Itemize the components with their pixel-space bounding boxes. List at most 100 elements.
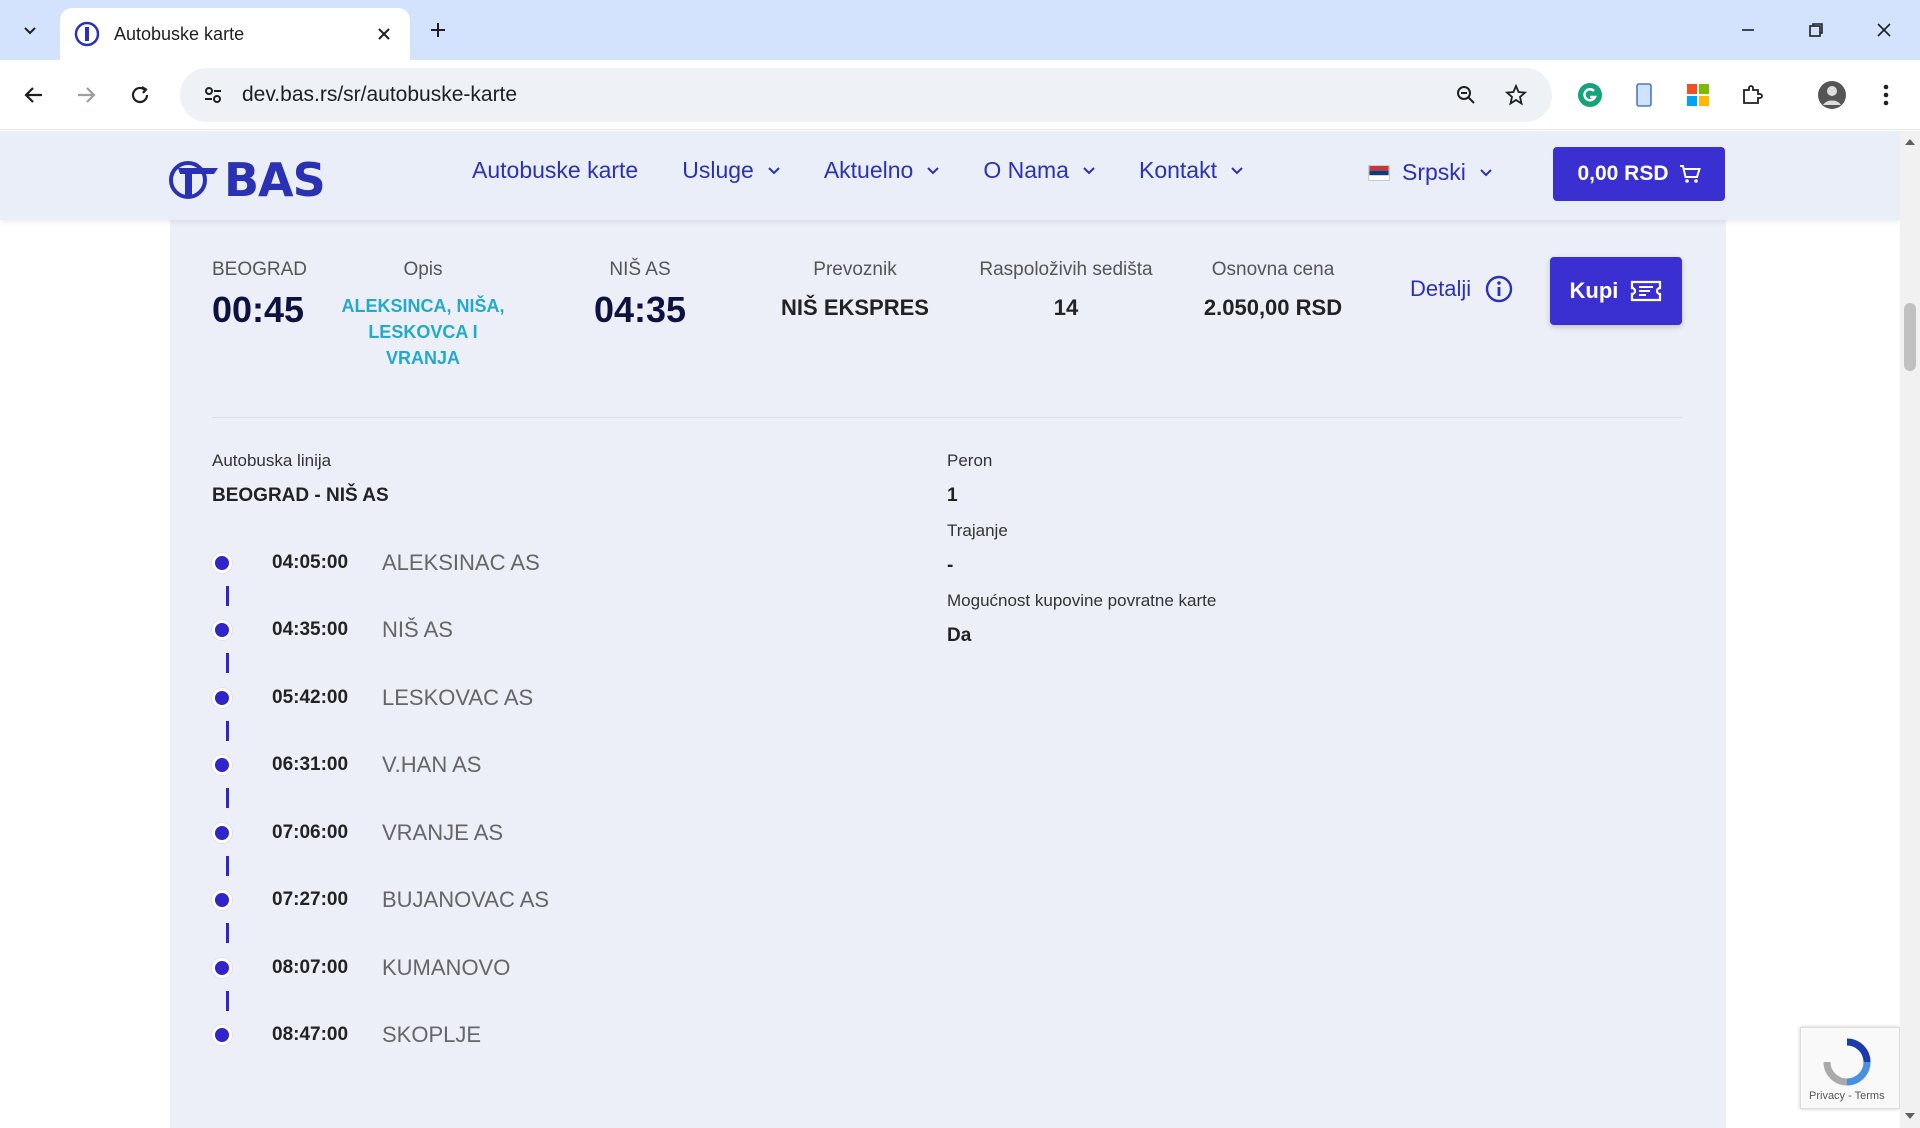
menu-item-kontakt[interactable]: Kontakt xyxy=(1139,157,1243,184)
timeline-connector xyxy=(226,856,229,876)
description-label: Opis xyxy=(403,259,443,280)
menu-item-autobuske-karte[interactable]: Autobuske karte xyxy=(472,157,638,184)
recaptcha-badge[interactable]: Privacy - Terms xyxy=(1800,1027,1900,1109)
language-label: Srpski xyxy=(1402,159,1466,185)
minimize-icon xyxy=(1742,29,1754,31)
address-bar[interactable]: dev.bas.rs/sr/autobuske-karte xyxy=(180,68,1552,122)
scroll-down-arrow-icon[interactable] xyxy=(1905,1113,1915,1119)
chevron-down-icon xyxy=(927,166,940,174)
new-tab-button[interactable] xyxy=(422,14,454,46)
description-column: Opis ALEKSINCA, NIŠA, LESKOVCA I VRANJA xyxy=(335,259,511,371)
timeline-connector xyxy=(226,653,229,673)
line-value: BEOGRAD - NIŠ AS xyxy=(212,485,389,506)
browser-toolbar: dev.bas.rs/sr/autobuske-karte xyxy=(0,60,1920,130)
chevron-down-icon xyxy=(1231,166,1243,174)
cart-total: 0,00 RSD xyxy=(1577,162,1669,185)
close-icon xyxy=(1877,23,1891,37)
tab-title: Autobuske karte xyxy=(114,23,245,44)
details-label: Detalji xyxy=(1410,276,1472,301)
chevron-down-icon xyxy=(768,166,780,174)
browser-menu-button[interactable] xyxy=(1868,77,1904,113)
stop-item: 07:06:00 VRANJE AS xyxy=(212,820,503,846)
site-header: BAS Autobuske karte Usluge Aktuelno O Na… xyxy=(0,131,1900,220)
stop-dot-icon xyxy=(212,755,232,775)
restore-button[interactable] xyxy=(1792,10,1840,50)
stop-time: 08:07:00 xyxy=(272,957,349,978)
avatar-icon xyxy=(1818,81,1846,109)
seats-label: Raspoloživih sedišta xyxy=(979,259,1153,280)
site-info-button[interactable] xyxy=(198,80,228,110)
star-icon xyxy=(1505,84,1527,106)
timeline-connector xyxy=(226,721,229,741)
site-logo[interactable]: BAS xyxy=(168,153,326,207)
duration-label: Trajanje xyxy=(947,521,1008,540)
tab-close-button[interactable] xyxy=(372,22,396,46)
cart-button[interactable]: 0,00 RSD xyxy=(1553,147,1725,201)
phone-extension[interactable] xyxy=(1626,77,1662,113)
recaptcha-icon xyxy=(1823,1038,1871,1086)
language-selector[interactable]: Srpski xyxy=(1368,159,1492,186)
departure-label: BEOGRAD xyxy=(212,259,308,280)
details-link[interactable]: Detalji xyxy=(1410,275,1513,303)
stop-dot-icon xyxy=(212,620,232,640)
return-ticket-label: Mogućnost kupovine povratne karte xyxy=(947,591,1217,610)
extensions-button[interactable] xyxy=(1734,77,1770,113)
url-text[interactable]: dev.bas.rs/sr/autobuske-karte xyxy=(242,83,1434,107)
stop-name: LESKOVAC AS xyxy=(382,685,534,710)
zoom-button[interactable] xyxy=(1448,77,1484,113)
page-viewport: BEOGRAD 00:45 Opis ALEKSINCA, NIŠA, LESK… xyxy=(0,131,1900,1128)
menu-item-aktuelno[interactable]: Aktuelno xyxy=(824,157,940,184)
menu-item-o-nama[interactable]: O Nama xyxy=(983,157,1095,184)
arrival-time: 04:35 xyxy=(593,289,687,330)
stop-item: 08:07:00 KUMANOVO xyxy=(212,955,510,981)
stop-name: ALEKSINAC AS xyxy=(382,550,540,575)
description-text: ALEKSINCA, NIŠA, LESKOVCA I VRANJA xyxy=(341,296,505,368)
arrival-label: NIŠ AS xyxy=(609,259,671,280)
seats-value: 14 xyxy=(1053,295,1079,320)
stop-item: 07:27:00 BUJANOVAC AS xyxy=(212,887,549,913)
ticket-icon xyxy=(1631,280,1662,302)
microsoft-extension[interactable] xyxy=(1680,77,1716,113)
recaptcha-links[interactable]: Privacy - Terms xyxy=(1809,1090,1885,1102)
stop-time: 05:42:00 xyxy=(272,687,349,708)
bookmark-button[interactable] xyxy=(1498,77,1534,113)
card-divider xyxy=(212,417,1682,418)
grammarly-extension[interactable] xyxy=(1572,77,1608,113)
departure-time: 00:45 xyxy=(212,289,305,330)
price-column: Osnovna cena 2.050,00 RSD xyxy=(1180,259,1366,321)
buy-label: Kupi xyxy=(1569,278,1619,303)
timeline-connector xyxy=(226,788,229,808)
phone-icon xyxy=(1636,83,1652,107)
menu-item-usluge[interactable]: Usluge xyxy=(682,157,780,184)
price-value: 2.050,00 RSD xyxy=(1203,295,1343,320)
stop-time: 06:31:00 xyxy=(272,754,349,775)
carrier-column: Prevoznik NIŠ EKSPRES xyxy=(760,259,950,321)
stop-item: 08:47:00 SKOPLJE xyxy=(212,1022,481,1048)
arrival-column: NIŠ AS 04:35 xyxy=(582,259,698,331)
carrier-value: NIŠ EKSPRES xyxy=(781,295,929,320)
buy-button[interactable]: Kupi xyxy=(1550,257,1682,325)
forward-button[interactable] xyxy=(66,75,106,115)
arrow-left-icon xyxy=(24,87,42,103)
profile-button[interactable] xyxy=(1814,77,1850,113)
stop-time: 04:35:00 xyxy=(272,619,349,640)
stop-dot-icon xyxy=(212,823,232,843)
return-ticket-value: Da xyxy=(947,625,972,646)
close-window-button[interactable] xyxy=(1860,10,1908,50)
timeline-connector xyxy=(226,991,229,1011)
scrollbar-thumb[interactable] xyxy=(1904,303,1916,371)
stop-dot-icon xyxy=(212,688,232,708)
stop-time: 04:05:00 xyxy=(272,552,349,573)
stop-time: 08:47:00 xyxy=(272,1024,349,1045)
reload-button[interactable] xyxy=(120,75,160,115)
stop-time: 07:27:00 xyxy=(272,889,349,910)
price-label: Osnovna cena xyxy=(1211,259,1335,280)
page-scrollbar[interactable] xyxy=(1900,131,1920,1128)
minimize-button[interactable] xyxy=(1724,10,1772,50)
tab-search-button[interactable] xyxy=(10,12,50,48)
browser-tab-active[interactable]: Autobuske karte xyxy=(60,8,410,60)
back-button[interactable] xyxy=(14,75,54,115)
scroll-up-arrow-icon[interactable] xyxy=(1905,139,1915,145)
stop-name: NIŠ AS xyxy=(382,617,453,642)
stop-time: 07:06:00 xyxy=(272,822,349,843)
